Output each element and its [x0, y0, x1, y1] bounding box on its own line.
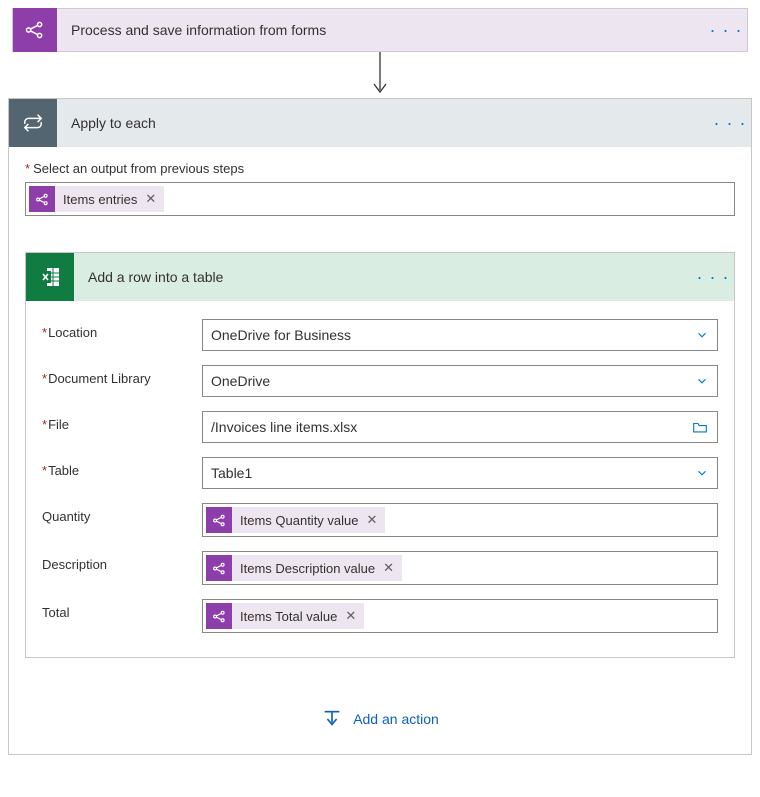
- ai-builder-icon: [206, 603, 232, 629]
- ai-builder-icon: [13, 8, 57, 52]
- total-label: Total: [42, 599, 202, 620]
- document-library-select[interactable]: OneDrive: [202, 365, 718, 397]
- total-input[interactable]: Items Total value ✕: [202, 599, 718, 633]
- ai-builder-icon: [29, 186, 55, 212]
- ai-builder-icon: [206, 555, 232, 581]
- apply-to-each-card: Apply to each · · · *Select an output fr…: [8, 98, 752, 755]
- excel-action-header[interactable]: Add a row into a table · · ·: [26, 253, 734, 301]
- add-action-button[interactable]: Add an action: [321, 708, 439, 730]
- table-select[interactable]: Table1: [202, 457, 718, 489]
- excel-icon: [26, 253, 74, 301]
- token-items-entries[interactable]: Items entries ✕: [29, 186, 164, 212]
- trigger-menu-button[interactable]: · · ·: [705, 8, 747, 52]
- excel-action-title: Add a row into a table: [74, 269, 692, 285]
- token-label: Items entries: [55, 192, 145, 207]
- token-remove-button[interactable]: ✕: [145, 191, 164, 207]
- location-label: *Location: [42, 319, 202, 340]
- excel-action-menu-button[interactable]: · · ·: [692, 255, 734, 299]
- apply-to-each-header[interactable]: Apply to each · · ·: [9, 99, 751, 147]
- output-from-label: *Select an output from previous steps: [25, 161, 735, 176]
- add-action-label: Add an action: [353, 711, 439, 727]
- trigger-title: Process and save information from forms: [57, 22, 705, 38]
- document-library-label: *Document Library: [42, 365, 202, 386]
- description-input[interactable]: Items Description value ✕: [202, 551, 718, 585]
- output-from-input[interactable]: Items entries ✕: [25, 182, 735, 216]
- table-label: *Table: [42, 457, 202, 478]
- flow-arrow: [0, 50, 760, 98]
- description-label: Description: [42, 551, 202, 572]
- token-remove-button[interactable]: ✕: [367, 512, 386, 528]
- file-label: *File: [42, 411, 202, 432]
- folder-picker-icon[interactable]: [691, 420, 709, 434]
- loop-icon: [9, 99, 57, 147]
- excel-action-body: *Location OneDrive for Business *Documen…: [26, 301, 734, 657]
- file-picker[interactable]: /Invoices line items.xlsx: [202, 411, 718, 443]
- apply-to-each-title: Apply to each: [57, 115, 709, 131]
- ai-builder-icon: [206, 507, 232, 533]
- token-remove-button[interactable]: ✕: [383, 560, 402, 576]
- token-label: Items Description value: [232, 561, 383, 576]
- chevron-down-icon: [695, 328, 709, 342]
- excel-action-card: Add a row into a table · · · *Location O…: [25, 252, 735, 658]
- token-remove-button[interactable]: ✕: [345, 608, 364, 624]
- location-select[interactable]: OneDrive for Business: [202, 319, 718, 351]
- quantity-input[interactable]: Items Quantity value ✕: [202, 503, 718, 537]
- chevron-down-icon: [695, 466, 709, 480]
- quantity-label: Quantity: [42, 503, 202, 524]
- chevron-down-icon: [695, 374, 709, 388]
- token-label: Items Total value: [232, 609, 345, 624]
- token-total[interactable]: Items Total value ✕: [206, 603, 364, 629]
- token-quantity[interactable]: Items Quantity value ✕: [206, 507, 385, 533]
- add-action-icon: [321, 708, 343, 730]
- token-label: Items Quantity value: [232, 513, 367, 528]
- trigger-card[interactable]: Process and save information from forms …: [12, 8, 748, 52]
- apply-to-each-menu-button[interactable]: · · ·: [709, 101, 751, 145]
- token-description[interactable]: Items Description value ✕: [206, 555, 402, 581]
- apply-to-each-body: *Select an output from previous steps It…: [9, 147, 751, 754]
